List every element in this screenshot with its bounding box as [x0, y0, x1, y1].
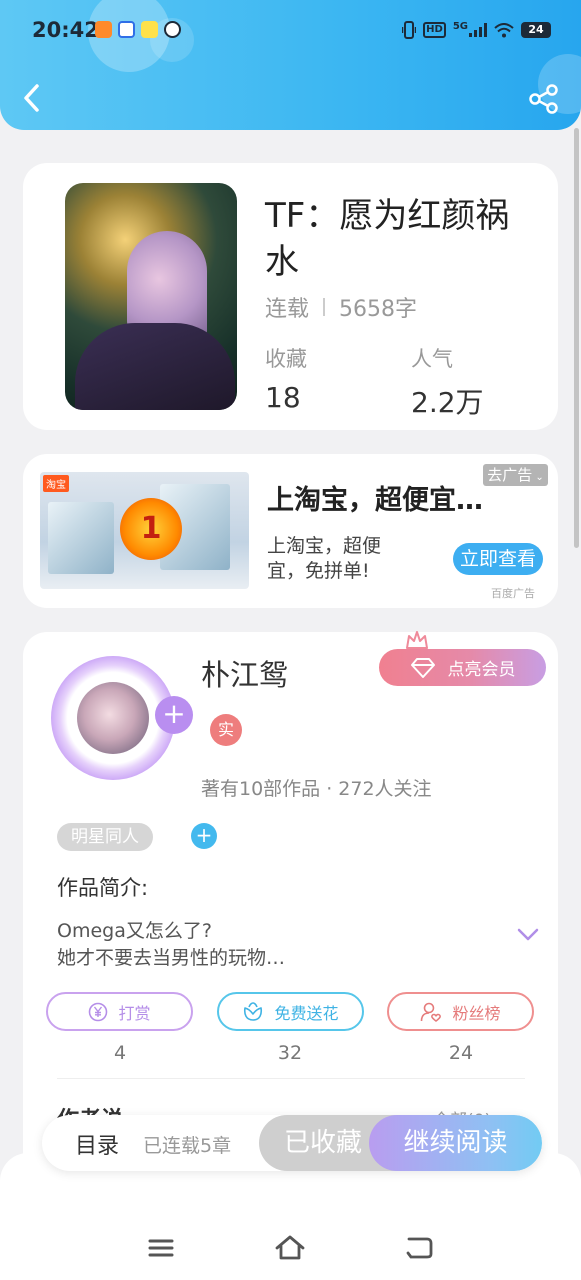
fans-rank-label: 粉丝榜: [452, 1003, 501, 1023]
chevron-down-icon[interactable]: [517, 928, 539, 942]
return-icon[interactable]: [403, 1233, 435, 1263]
ad-description: 上淘宝，超便宜，免拼单!: [267, 535, 382, 582]
ad-card[interactable]: 淘宝 1 上淘宝，超便宜… 上淘宝，超便宜，免拼单! 去广告 ⌄ 立即查看 百度…: [23, 454, 558, 608]
baidu-app-icon: [118, 21, 135, 38]
crown-icon: [406, 631, 428, 649]
status-app-icons: [95, 21, 181, 38]
status-indicators: HD 5G 24: [402, 21, 551, 39]
flower-icon: [244, 1001, 263, 1021]
ad-brand-label: 淘宝: [43, 475, 69, 492]
reward-count: 4: [113, 1042, 127, 1064]
menu-icon[interactable]: [145, 1233, 177, 1263]
reward-button[interactable]: 打赏: [46, 992, 193, 1031]
ad-image[interactable]: 淘宝 1: [40, 472, 249, 589]
header: 20:42 HD 5G 24: [0, 0, 581, 130]
author-card: + 朴江鸳 实 著有10部作品 · 272人关注 点亮会员 明星同人 + 作品简…: [23, 631, 558, 1192]
scrollbar[interactable]: [574, 128, 579, 548]
intro-label: 作品简介:: [57, 876, 149, 900]
hd-badge: HD: [423, 22, 446, 38]
popularity-label: 人气: [411, 347, 453, 371]
reward-label: 打赏: [118, 1003, 151, 1023]
ad-title[interactable]: 上淘宝，超便宜…: [267, 478, 513, 517]
vibrate-icon: [402, 21, 417, 39]
yen-icon: [89, 1002, 108, 1021]
flower-count: 32: [277, 1042, 303, 1064]
avatar-image: [77, 682, 149, 754]
fans-count: 24: [448, 1042, 474, 1064]
ad-product-box: [48, 502, 114, 574]
wifi-icon: [494, 22, 514, 37]
book-word-count: 5658字: [339, 297, 418, 322]
table-of-contents-button[interactable]: 目录: [75, 1128, 119, 1160]
ad-remove-label: 去广告: [487, 466, 533, 484]
author-name[interactable]: 朴江鸳: [201, 652, 288, 694]
author-avatar[interactable]: +: [51, 656, 193, 786]
popularity-value: 2.2万: [411, 386, 484, 419]
continue-reading-button[interactable]: 继续阅读: [369, 1115, 542, 1171]
follow-author-button[interactable]: +: [155, 696, 193, 734]
intro-line: 她才不要去当男性的玩物…: [57, 947, 286, 969]
system-nav-bar: [0, 1153, 581, 1280]
chapter-count: 已连载5章: [143, 1135, 232, 1157]
add-tag-button[interactable]: +: [191, 823, 217, 849]
ad-source-label: 百度广告: [491, 587, 535, 600]
diamond-icon: [410, 657, 435, 678]
book-meta: 连载 5658字: [265, 291, 417, 323]
network-label: 5G: [452, 20, 468, 32]
ad-remove-button[interactable]: 去广告 ⌄: [483, 464, 548, 486]
home-icon[interactable]: [274, 1233, 306, 1263]
share-icon[interactable]: [528, 84, 560, 114]
battery-icon: 24: [521, 22, 551, 38]
book-title: TF：愿为红颜祸水: [265, 196, 510, 282]
divider: [57, 1078, 525, 1079]
send-flower-label: 免费送花: [274, 1003, 339, 1023]
book-cover-image[interactable]: [65, 183, 237, 410]
intro-line: Omega又怎么了?: [57, 920, 212, 942]
ad-view-button[interactable]: 立即查看: [453, 543, 543, 575]
favorites-value: 18: [265, 381, 301, 414]
camera-app-icon: [164, 21, 181, 38]
send-flower-button[interactable]: 免费送花: [217, 992, 364, 1031]
chat-app-icon: [141, 21, 158, 38]
member-button-label: 点亮会员: [447, 660, 516, 680]
book-status: 连载: [265, 297, 310, 322]
fans-icon: [421, 1002, 442, 1022]
status-time: 20:42: [32, 18, 99, 42]
back-icon[interactable]: [18, 80, 48, 116]
favorites-label: 收藏: [265, 347, 307, 371]
signal-icon: [469, 23, 487, 37]
member-button[interactable]: 点亮会员: [379, 649, 546, 686]
author-stats: 著有10部作品 · 272人关注: [201, 778, 432, 800]
chevron-down-icon: ⌄: [532, 472, 544, 483]
intro-text[interactable]: Omega又怎么了? 她才不要去当男性的玩物…: [57, 918, 285, 972]
bottom-action-bar: 目录 已连载5章 已收藏 继续阅读: [42, 1115, 542, 1171]
genre-tag[interactable]: 明星同人: [57, 823, 153, 851]
cover-figure-body: [75, 323, 235, 410]
fans-rank-button[interactable]: 粉丝榜: [387, 992, 534, 1031]
verified-badge: 实: [210, 714, 242, 746]
taobao-app-icon: [95, 21, 112, 38]
ad-sale-badge: 1: [120, 498, 182, 560]
meta-divider: [323, 298, 326, 316]
book-info-card: TF：愿为红颜祸水 连载 5658字 收藏 18 人气 2.2万: [23, 163, 558, 430]
